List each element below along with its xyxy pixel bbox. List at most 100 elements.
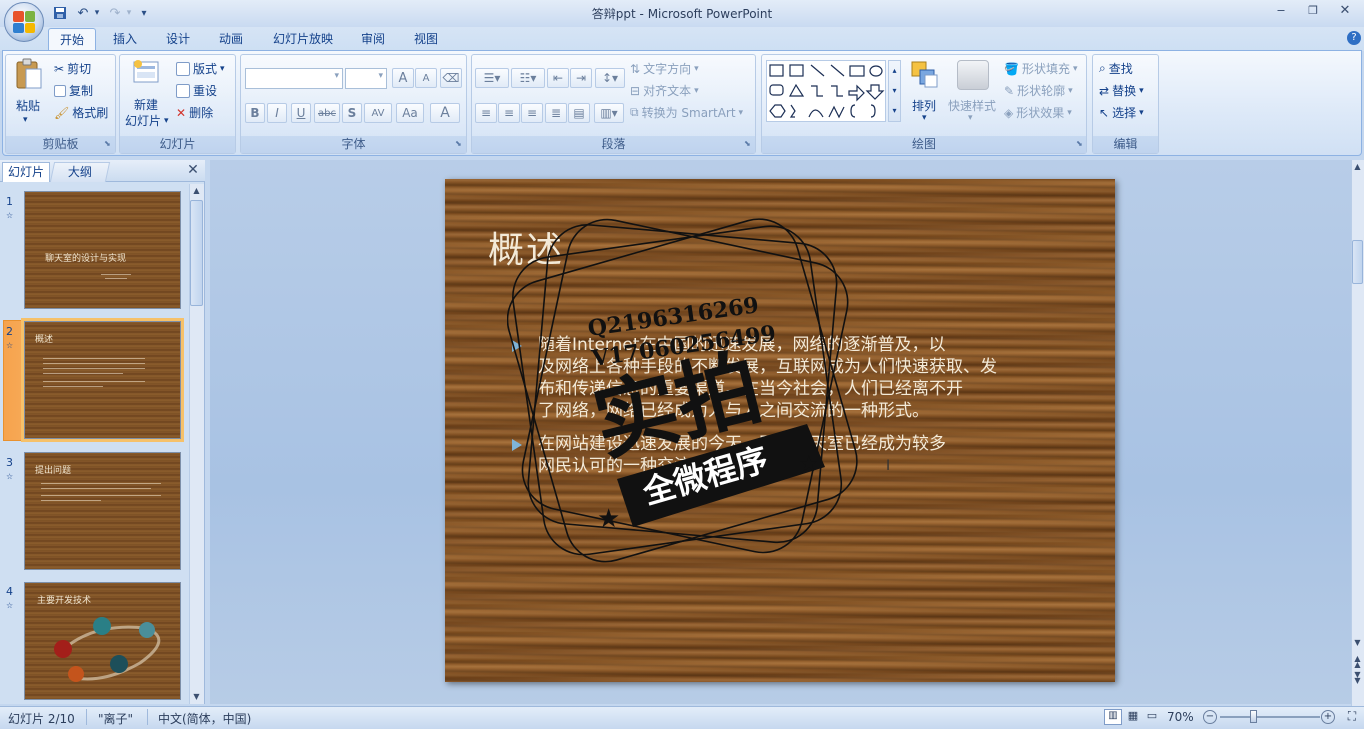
shapes-scroll-icon[interactable]: ▴ ▾ ▾ <box>888 60 901 122</box>
select-button[interactable]: ↖ 选择 ▾ <box>1099 104 1144 121</box>
font-size-combo[interactable]: ▾ <box>345 68 387 89</box>
slide-thumbnail-2[interactable]: 概述 <box>21 318 184 442</box>
quick-styles-button[interactable]: 快速样式 <box>948 97 996 114</box>
scroll-down-icon[interactable]: ▼ <box>1352 638 1363 649</box>
zoom-slider-thumb[interactable] <box>1250 710 1257 723</box>
text-shadow-button[interactable]: S <box>342 103 362 123</box>
slide-sorter-icon[interactable]: ▦ <box>1124 709 1142 725</box>
current-slide[interactable]: 概述 随着Internet在中国的迅速发展，网络的逐渐普及，以 及网络上各种手段… <box>445 179 1115 682</box>
zoom-out-icon[interactable]: − <box>1203 710 1217 724</box>
tab-slide-show[interactable]: 幻灯片放映 <box>263 28 343 51</box>
change-case-button[interactable]: Aa <box>396 103 424 123</box>
tab-outline[interactable]: 大纲 <box>49 162 111 182</box>
line-spacing-icon[interactable]: ↕▾ <box>595 68 625 88</box>
clipboard-launcher-icon[interactable]: ⬊ <box>104 139 111 148</box>
tab-slides[interactable]: 幻灯片 <box>2 162 50 182</box>
language-indicator[interactable]: 中文(简体，中国) <box>158 710 251 727</box>
restore-button[interactable]: ❐ <box>1298 2 1328 20</box>
clear-formatting-icon[interactable]: ⌫ <box>440 68 462 88</box>
slide-thumbnail-3[interactable]: 提出问题 <box>24 452 181 570</box>
paragraph-launcher-icon[interactable]: ⬊ <box>744 139 751 148</box>
paste-icon[interactable] <box>14 58 44 90</box>
font-launcher-icon[interactable]: ⬊ <box>455 139 462 148</box>
justify-icon[interactable]: ≣ <box>545 103 567 123</box>
slides-pane-scroll-thumb[interactable] <box>190 200 203 306</box>
cut-button[interactable]: ✂ 剪切 <box>54 60 91 77</box>
zoom-slider[interactable] <box>1220 716 1320 718</box>
grow-font-button[interactable]: A <box>392 68 414 88</box>
grow-font-label: A <box>398 70 408 86</box>
underline-button[interactable]: U <box>291 103 311 123</box>
slide-thumbnail-1[interactable]: 聊天室的设计与实现 <box>24 191 181 309</box>
close-pane-icon[interactable]: ✕ <box>186 162 200 180</box>
next-slide-icon[interactable]: ▼ ▼ <box>1352 671 1363 685</box>
format-painter-button[interactable]: 🖌 格式刷 <box>54 104 108 121</box>
character-spacing-button[interactable]: AV <box>364 103 392 123</box>
italic-button[interactable]: I <box>267 103 287 123</box>
quick-styles-icon[interactable] <box>957 60 989 90</box>
fit-to-window-icon[interactable]: ⛶ <box>1344 709 1360 725</box>
minimize-button[interactable]: ‒ <box>1266 2 1296 20</box>
smartart-dropdown-icon: ▾ <box>738 107 744 118</box>
font-color-button[interactable]: A <box>430 103 460 123</box>
reset-button[interactable]: 重设 <box>176 82 217 99</box>
previous-slide-icon[interactable]: ▲ ▲ <box>1352 655 1363 669</box>
increase-indent-icon[interactable]: ⇥ <box>570 68 592 88</box>
zoom-in-icon[interactable]: + <box>1321 710 1335 724</box>
scroll-up-icon[interactable]: ▲ <box>191 186 202 197</box>
align-text-button[interactable]: ⊟ 对齐文本 ▾ <box>630 82 699 99</box>
text-direction-button[interactable]: ⇅ 文字方向 ▾ <box>630 60 699 77</box>
distributed-icon[interactable]: ▤ <box>568 103 590 123</box>
theme-name: "离子" <box>98 712 134 726</box>
strikethrough-button[interactable]: abc <box>314 103 340 123</box>
decrease-indent-icon[interactable]: ⇤ <box>547 68 569 88</box>
align-center-icon[interactable]: ≡ <box>498 103 520 123</box>
arrange-icon[interactable] <box>910 60 940 90</box>
paste-dropdown-icon[interactable]: ▾ <box>23 115 28 125</box>
align-right-icon[interactable]: ≡ <box>521 103 543 123</box>
numbering-icon[interactable]: ☷▾ <box>511 68 545 88</box>
font-name-combo[interactable]: ▾ <box>245 68 343 89</box>
slide-thumbnail-4[interactable]: 主要开发技术 <box>24 582 181 700</box>
shape-fill-button[interactable]: 🪣 形状填充 ▾ <box>1004 60 1078 77</box>
shapes-gallery[interactable] <box>766 60 886 122</box>
quick-styles-dropdown-icon[interactable]: ▾ <box>968 113 973 123</box>
convert-smartart-button[interactable]: ⧉ 转换为 SmartArt ▾ <box>630 104 743 121</box>
bullets-icon[interactable]: ☰▾ <box>475 68 509 88</box>
new-slide-button[interactable]: 幻灯片 ▾ <box>125 112 169 129</box>
scroll-up-icon[interactable]: ▲ <box>1352 162 1363 173</box>
star-icon: ★ <box>799 452 819 477</box>
columns-icon[interactable]: ▥▾ <box>594 103 624 123</box>
zoom-level[interactable]: 70% <box>1167 710 1194 724</box>
tab-view[interactable]: 视图 <box>405 28 447 51</box>
tab-animations[interactable]: 动画 <box>210 28 252 51</box>
arrange-dropdown-icon[interactable]: ▾ <box>922 113 927 123</box>
tab-review[interactable]: 审阅 <box>352 28 394 51</box>
shape-outline-button[interactable]: ✎ 形状轮廓 ▾ <box>1004 82 1073 99</box>
new-slide-icon[interactable] <box>132 58 162 88</box>
tab-home[interactable]: 开始 <box>48 28 96 51</box>
office-button[interactable] <box>4 2 44 42</box>
align-text-label: 对齐文本 <box>643 84 692 98</box>
replace-button[interactable]: ⇄ 替换 ▾ <box>1099 82 1144 99</box>
align-left-icon[interactable]: ≡ <box>475 103 497 123</box>
slide-scroll-thumb[interactable] <box>1352 240 1363 284</box>
arrange-button[interactable]: 排列 <box>912 97 936 114</box>
close-button[interactable]: ✕ <box>1330 2 1360 20</box>
shrink-font-button[interactable]: A <box>415 68 437 88</box>
delete-slide-button[interactable]: ✕ 删除 <box>176 104 213 121</box>
layout-button[interactable]: 版式 ▾ <box>176 60 225 77</box>
bold-button[interactable]: B <box>245 103 265 123</box>
shape-effects-button[interactable]: ◈ 形状效果 ▾ <box>1004 104 1072 121</box>
scroll-down-icon[interactable]: ▼ <box>191 692 202 703</box>
find-button[interactable]: ⌕ 查找 <box>1099 60 1133 77</box>
paste-button[interactable]: 粘贴 <box>16 97 40 114</box>
new-slide-label-1[interactable]: 新建 <box>134 96 158 113</box>
tab-design[interactable]: 设计 <box>157 28 199 51</box>
normal-view-icon[interactable]: ▥ <box>1104 709 1122 725</box>
drawing-launcher-icon[interactable]: ⬊ <box>1076 139 1083 148</box>
tab-insert[interactable]: 插入 <box>104 28 146 51</box>
slide-show-icon[interactable]: ▭ <box>1143 709 1161 725</box>
copy-button[interactable]: 复制 <box>54 82 93 99</box>
help-icon[interactable]: ? <box>1347 31 1361 45</box>
